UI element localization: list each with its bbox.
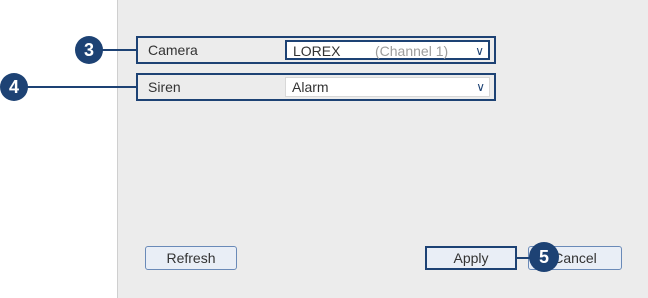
- chevron-down-icon[interactable]: ∨: [476, 78, 485, 96]
- callout-leader-camera: [100, 49, 136, 51]
- camera-label: Camera: [148, 42, 198, 58]
- callout-badge-apply: 5: [529, 242, 559, 272]
- siren-label: Siren: [148, 79, 181, 95]
- camera-select[interactable]: LOREX (Channel 1) ∨: [285, 40, 490, 60]
- callout-leader-siren: [22, 86, 136, 88]
- siren-value: Alarm: [292, 79, 329, 95]
- callout-badge-camera: 3: [75, 36, 103, 64]
- siren-row: Siren Alarm ∨: [136, 73, 496, 101]
- refresh-button[interactable]: Refresh: [145, 246, 237, 270]
- camera-channel-hint: (Channel 1): [375, 43, 449, 59]
- camera-value: LOREX: [293, 43, 341, 59]
- camera-row: Camera LOREX (Channel 1) ∨: [136, 36, 496, 64]
- chevron-down-icon[interactable]: ∨: [475, 42, 484, 60]
- siren-select[interactable]: Alarm ∨: [285, 77, 490, 97]
- apply-button[interactable]: Apply: [425, 246, 517, 270]
- callout-badge-siren: 4: [0, 73, 28, 101]
